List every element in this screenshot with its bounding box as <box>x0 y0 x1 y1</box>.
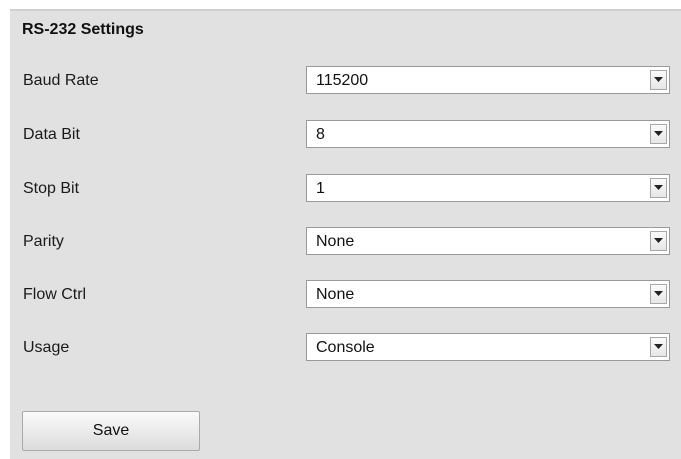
usage-value: Console <box>316 339 375 356</box>
chevron-down-icon[interactable] <box>650 70 667 90</box>
chevron-down-icon[interactable] <box>650 124 667 144</box>
chevron-down-icon[interactable] <box>650 231 667 251</box>
data-bit-select[interactable]: 8 <box>306 120 670 148</box>
rs232-settings-panel: RS-232 Settings Baud Rate 115200 Data Bi… <box>10 9 681 459</box>
data-bit-label: Data Bit <box>23 126 80 143</box>
flow-ctrl-label: Flow Ctrl <box>23 286 87 303</box>
stop-bit-label: Stop Bit <box>23 180 80 197</box>
flow-ctrl-select[interactable]: None <box>306 280 670 308</box>
panel-title: RS-232 Settings <box>22 21 144 38</box>
flow-ctrl-row: Flow Ctrl None <box>10 280 681 310</box>
parity-value: None <box>316 233 355 250</box>
baud-rate-select[interactable]: 115200 <box>306 66 670 94</box>
chevron-down-icon[interactable] <box>650 284 667 304</box>
usage-row: Usage Console <box>10 333 681 363</box>
save-button[interactable]: Save <box>22 411 200 451</box>
baud-rate-row: Baud Rate 115200 <box>10 66 681 96</box>
chevron-down-icon[interactable] <box>650 178 667 198</box>
usage-select[interactable]: Console <box>306 333 670 361</box>
baud-rate-value: 115200 <box>316 72 369 89</box>
chevron-down-icon[interactable] <box>650 337 667 357</box>
baud-rate-label: Baud Rate <box>23 72 99 89</box>
parity-row: Parity None <box>10 227 681 257</box>
usage-label: Usage <box>23 339 70 356</box>
stop-bit-value: 1 <box>316 180 325 197</box>
stop-bit-row: Stop Bit 1 <box>10 174 681 204</box>
flow-ctrl-value: None <box>316 286 355 303</box>
parity-label: Parity <box>23 233 64 250</box>
data-bit-value: 8 <box>316 126 325 143</box>
data-bit-row: Data Bit 8 <box>10 120 681 150</box>
parity-select[interactable]: None <box>306 227 670 255</box>
stop-bit-select[interactable]: 1 <box>306 174 670 202</box>
